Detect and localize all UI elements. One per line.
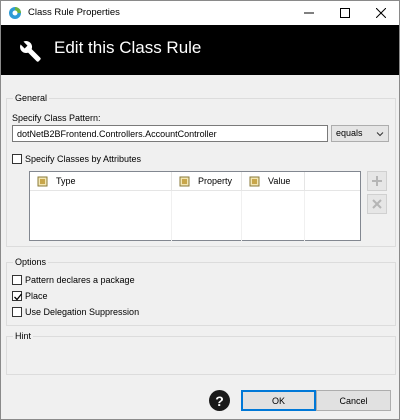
dialog-window: Class Rule Properties Edit this Class Ru… [0, 0, 400, 420]
attributes-checkbox-label: Specify Classes by Attributes [25, 154, 142, 164]
class-pattern-input[interactable] [12, 125, 328, 142]
close-icon [376, 8, 386, 18]
attributes-checkbox[interactable] [12, 154, 22, 164]
ok-label: OK [271, 395, 285, 406]
add-attribute-button[interactable] [367, 171, 387, 191]
option-row[interactable]: Pattern declares a package [12, 275, 135, 285]
remove-attribute-button[interactable] [367, 194, 387, 214]
column-label-property: Property [198, 176, 233, 186]
tag-icon [179, 176, 190, 186]
cancel-label: Cancel [339, 395, 368, 406]
option-label: Place [25, 291, 48, 301]
maximize-icon [340, 8, 350, 18]
maximize-button[interactable] [327, 1, 363, 25]
tag-icon [37, 176, 48, 186]
column-divider [171, 191, 172, 241]
column-header-filler [305, 172, 360, 191]
ok-button[interactable]: OK [241, 390, 316, 411]
attributes-checkbox-row[interactable]: Specify Classes by Attributes [12, 154, 141, 164]
add-icon [372, 176, 382, 186]
minimize-icon [304, 12, 314, 14]
package-checkbox[interactable] [12, 275, 22, 285]
title-bar[interactable]: Class Rule Properties [1, 1, 399, 25]
place-checkbox[interactable] [12, 291, 23, 301]
match-mode-select[interactable]: equals [331, 125, 389, 142]
attributes-table[interactable]: Type Property Value [29, 171, 361, 241]
chevron-down-icon [376, 132, 384, 137]
close-button[interactable] [363, 1, 399, 25]
option-label: Use Delegation Suppression [25, 307, 140, 317]
wrench-icon [19, 40, 41, 62]
remove-icon [372, 199, 382, 209]
tag-icon [249, 176, 260, 186]
eclipse-app-icon [9, 7, 21, 19]
column-header-type[interactable]: Type [30, 172, 172, 191]
option-row[interactable]: Place [12, 291, 48, 301]
column-label-value: Value [268, 176, 291, 186]
column-header-value[interactable]: Value [242, 172, 305, 191]
pattern-label: Specify Class Pattern: [12, 113, 101, 123]
column-divider [241, 191, 242, 241]
option-label: Pattern declares a package [25, 275, 135, 285]
column-divider [304, 191, 305, 241]
options-legend: Options [13, 257, 49, 267]
column-label-type: Type [56, 176, 76, 186]
match-mode-value: equals [336, 128, 363, 138]
hint-legend: Hint [13, 331, 34, 341]
checkmark-icon [14, 293, 23, 301]
cancel-button[interactable]: Cancel [316, 390, 391, 411]
help-button[interactable]: ? [209, 390, 230, 411]
minimize-button[interactable] [291, 1, 327, 25]
hint-group: Hint [6, 331, 396, 375]
general-legend: General [13, 93, 50, 103]
window-title: Class Rule Properties [28, 7, 120, 18]
dialog-header: Edit this Class Rule [1, 25, 399, 75]
help-icon: ? [215, 392, 224, 409]
option-row[interactable]: Use Delegation Suppression [12, 307, 139, 317]
dialog-heading: Edit this Class Rule [54, 38, 202, 57]
delegation-checkbox[interactable] [12, 307, 22, 317]
column-header-property[interactable]: Property [172, 172, 242, 191]
